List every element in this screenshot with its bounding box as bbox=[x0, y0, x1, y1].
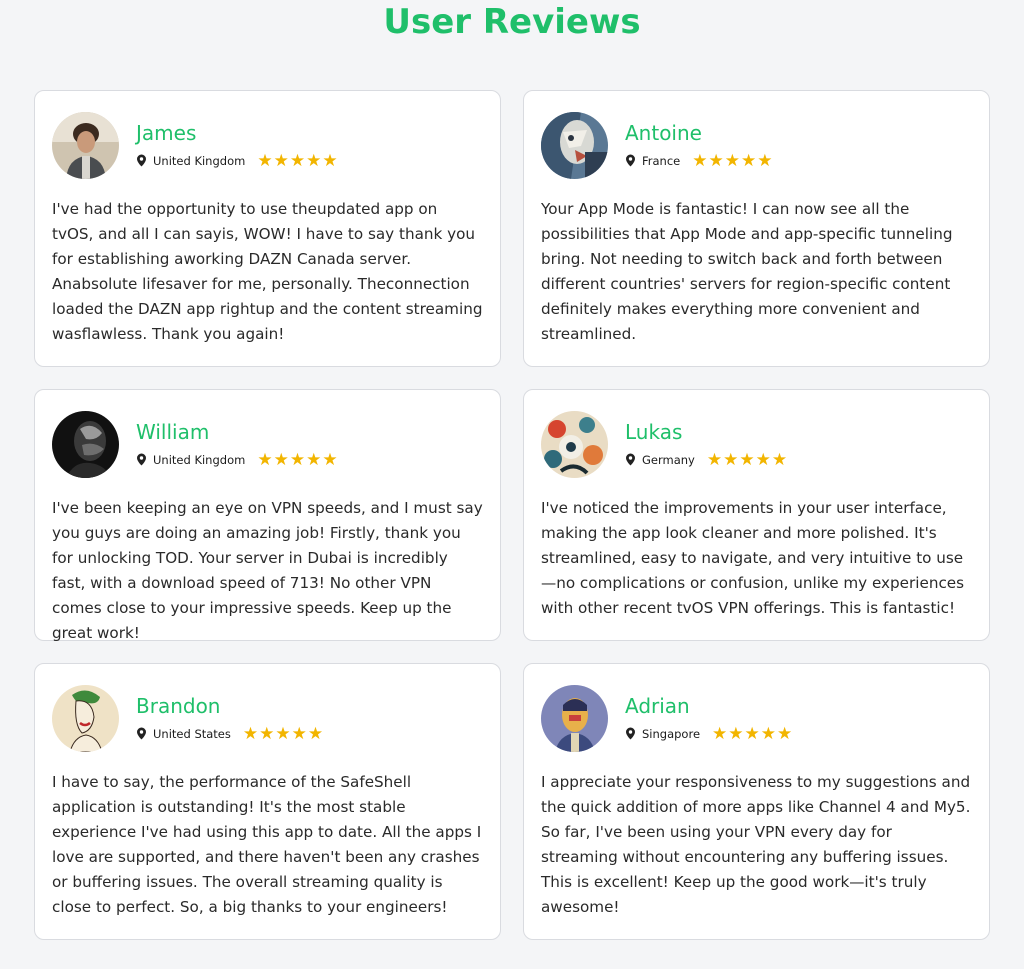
avatar bbox=[541, 410, 608, 478]
reviewer-country: United States bbox=[153, 726, 231, 741]
review-text: I have to say, the performance of the Sa… bbox=[52, 773, 482, 916]
star-icon: ★ bbox=[771, 450, 788, 469]
star-icon: ★ bbox=[739, 450, 755, 469]
star-rating: ★ ★ ★ ★ ★ bbox=[257, 152, 338, 169]
star-icon: ★ bbox=[306, 450, 322, 469]
star-rating: ★ ★ ★ ★ ★ bbox=[243, 725, 324, 742]
avatar bbox=[52, 111, 119, 179]
star-icon: ★ bbox=[760, 724, 777, 743]
star-icon: ★ bbox=[757, 151, 773, 170]
review-card: Adrian Singapore ★ ★ ★ ★ ★ I appreciate your… bbox=[523, 663, 990, 940]
review-header: Antoine France ★ ★ ★ ★ ★ bbox=[541, 111, 972, 179]
avatar bbox=[52, 410, 119, 478]
review-card: Brandon United States ★ ★ ★ ★ ★ I have to sa… bbox=[34, 663, 501, 940]
star-rating: ★ ★ ★ ★ ★ bbox=[712, 725, 793, 742]
star-icon: ★ bbox=[777, 724, 793, 743]
location-pin-icon bbox=[626, 453, 635, 466]
star-icon: ★ bbox=[322, 450, 338, 469]
star-icon: ★ bbox=[273, 450, 289, 469]
star-icon: ★ bbox=[692, 151, 708, 170]
star-icon: ★ bbox=[322, 151, 338, 170]
star-icon: ★ bbox=[257, 151, 273, 170]
location-pin-icon bbox=[137, 154, 146, 167]
review-text: I appreciate your responsiveness to my s… bbox=[541, 773, 971, 916]
star-icon: ★ bbox=[744, 724, 760, 743]
location-pin-icon bbox=[137, 453, 146, 466]
star-icon: ★ bbox=[275, 724, 291, 743]
review-card: William United Kingdom ★ ★ ★ ★ ★ I've been k… bbox=[34, 389, 501, 642]
star-icon: ★ bbox=[289, 450, 306, 469]
location-pin-icon bbox=[626, 727, 635, 740]
location-pin-icon bbox=[137, 727, 146, 740]
star-icon: ★ bbox=[257, 450, 273, 469]
reviewer-name: Adrian bbox=[625, 694, 690, 718]
reviewer-country: Germany bbox=[642, 452, 695, 467]
star-icon: ★ bbox=[741, 151, 757, 170]
page-title: User Reviews bbox=[383, 2, 641, 42]
star-icon: ★ bbox=[708, 151, 724, 170]
star-icon: ★ bbox=[723, 450, 739, 469]
star-icon: ★ bbox=[706, 450, 723, 469]
star-icon: ★ bbox=[712, 724, 728, 743]
reviewer-name: James bbox=[136, 121, 197, 145]
star-rating: ★ ★ ★ ★ ★ bbox=[707, 451, 788, 468]
star-icon: ★ bbox=[242, 724, 259, 743]
reviewer-name: Lukas bbox=[625, 420, 683, 444]
avatar bbox=[541, 111, 608, 179]
star-icon: ★ bbox=[306, 151, 322, 170]
reviews-grid: James United Kingdom ★ ★ ★ ★ ★ I've had the … bbox=[34, 90, 990, 940]
review-card: Antoine France ★ ★ ★ ★ ★ Your App Mode is fa… bbox=[523, 90, 990, 367]
star-icon: ★ bbox=[273, 151, 289, 170]
review-card: Lukas Germany ★ ★ ★ ★ ★ I've noticed the imp… bbox=[523, 389, 990, 641]
star-rating: ★ ★ ★ ★ ★ bbox=[692, 152, 773, 169]
review-text: I've been keeping an eye on VPN speeds, … bbox=[52, 499, 483, 642]
reviewer-name: William bbox=[136, 420, 210, 444]
reviewer-country: France bbox=[642, 153, 681, 168]
star-rating: ★ ★ ★ ★ ★ bbox=[257, 451, 338, 468]
review-text: I've had the opportunity to use theupdat… bbox=[52, 200, 483, 343]
star-icon: ★ bbox=[289, 151, 306, 170]
reviewer-country: Singapore bbox=[642, 726, 701, 741]
review-card: James United Kingdom ★ ★ ★ ★ ★ I've had the … bbox=[34, 90, 501, 367]
reviewer-country: United Kingdom bbox=[153, 153, 246, 168]
reviewer-name: Antoine bbox=[625, 121, 702, 145]
review-header: Adrian Singapore ★ ★ ★ ★ ★ bbox=[541, 684, 972, 752]
review-text: Your App Mode is fantastic! I can now se… bbox=[541, 200, 953, 343]
reviewer-name: Brandon bbox=[136, 694, 221, 718]
avatar bbox=[52, 684, 119, 752]
review-header: Brandon United States ★ ★ ★ ★ ★ bbox=[52, 684, 483, 752]
avatar bbox=[541, 684, 608, 752]
star-icon: ★ bbox=[728, 724, 744, 743]
review-text: I've noticed the improvements in your us… bbox=[541, 499, 965, 617]
reviewer-country: United Kingdom bbox=[153, 452, 246, 467]
review-header: James United Kingdom ★ ★ ★ ★ ★ bbox=[52, 111, 483, 179]
star-icon: ★ bbox=[307, 724, 324, 743]
review-header: William United Kingdom ★ ★ ★ ★ ★ bbox=[52, 410, 483, 478]
review-header: Lukas Germany ★ ★ ★ ★ ★ bbox=[541, 410, 972, 478]
star-icon: ★ bbox=[755, 450, 771, 469]
star-icon: ★ bbox=[291, 724, 307, 743]
location-pin-icon bbox=[626, 154, 635, 167]
star-icon: ★ bbox=[724, 151, 740, 170]
star-icon: ★ bbox=[259, 724, 275, 743]
